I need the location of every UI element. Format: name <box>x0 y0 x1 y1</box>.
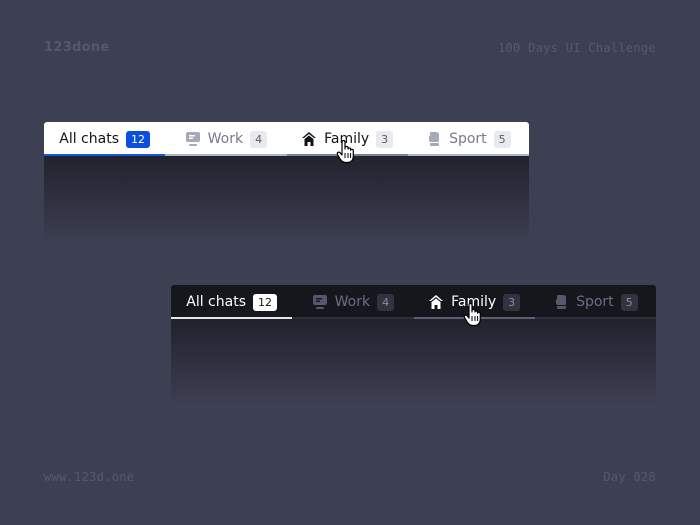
tab-all-chats[interactable]: All chats 12 <box>44 122 166 156</box>
monitor-icon <box>185 131 201 147</box>
hand-pointer-icon <box>336 139 356 164</box>
count-badge: 5 <box>620 293 638 311</box>
home-icon <box>301 131 317 147</box>
count-badge: 12 <box>126 130 150 148</box>
hand-pointer-icon <box>463 302 483 327</box>
dark-panel-content <box>171 319 656 405</box>
monitor-icon <box>312 294 328 310</box>
dark-tab-panel: All chats 12 Work 4 Family 3 Sport 5 <box>171 285 656 405</box>
boxing-glove-icon <box>553 294 569 310</box>
light-tab-bar: All chats 12 Work 4 Family 3 Sport 5 <box>44 122 529 156</box>
tab-label: Work <box>207 131 244 147</box>
tab-label: Sport <box>576 294 614 310</box>
brand-logo: 123done <box>44 40 110 55</box>
tab-work[interactable]: Work 4 <box>292 285 414 319</box>
tab-label: Work <box>334 294 371 310</box>
tab-label: Sport <box>449 131 487 147</box>
challenge-title: 100 Days UI Challenge <box>497 41 656 55</box>
count-badge: 3 <box>503 293 521 311</box>
tab-work[interactable]: Work 4 <box>165 122 287 156</box>
site-url: www.123d.one <box>44 470 135 484</box>
day-label: Day 028 <box>603 470 656 484</box>
count-badge: 4 <box>377 293 395 311</box>
boxing-glove-icon <box>426 131 442 147</box>
count-badge: 5 <box>493 130 511 148</box>
count-badge: 4 <box>250 130 268 148</box>
tab-sport[interactable]: Sport 5 <box>407 122 529 156</box>
tab-label: All chats <box>59 131 119 147</box>
tab-sport[interactable]: Sport 5 <box>534 285 656 319</box>
dark-tab-bar: All chats 12 Work 4 Family 3 Sport 5 <box>171 285 656 319</box>
count-badge: 12 <box>253 293 277 311</box>
count-badge: 3 <box>376 130 394 148</box>
light-tab-panel: All chats 12 Work 4 Family 3 Sport 5 <box>44 122 529 242</box>
tab-all-chats[interactable]: All chats 12 <box>171 285 293 319</box>
home-icon <box>428 294 444 310</box>
light-panel-content <box>44 156 529 242</box>
tab-label: All chats <box>186 294 246 310</box>
